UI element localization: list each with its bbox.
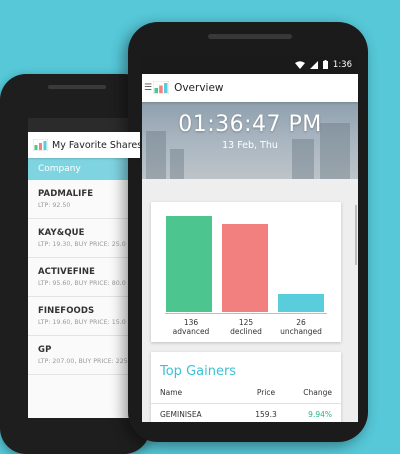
front-phone-screen: 1:36 ☰ Overview 01:36:47 PM 13 Feb, Thu: [142, 55, 358, 422]
share-detail: LTP: 207.00, BUY PRICE: 225.: [38, 358, 130, 365]
back-phone-screen: My Favorite Shares Company PADMALIFE LTP…: [28, 118, 140, 418]
share-detail: LTP: 19.30, BUY PRICE: 25.0: [38, 241, 126, 248]
share-name: GP: [38, 345, 52, 355]
bar-declined: [222, 224, 268, 312]
battery-icon: [322, 60, 328, 69]
clock-time: 01:36:47 PM: [178, 112, 322, 137]
share-name: FINEFOODS: [38, 306, 95, 316]
back-app-title: My Favorite Shares: [52, 139, 140, 151]
declined-label: declined: [230, 327, 262, 336]
top-gainers-title: Top Gainers: [160, 364, 237, 379]
share-detail: LTP: 92.50: [38, 202, 71, 209]
bar-unchanged: [278, 294, 324, 312]
market-summary-bars: [151, 202, 341, 312]
back-status-bar: [28, 118, 140, 132]
top-gainers-card: Top Gainers Name Price Change GEMINISEA …: [151, 352, 341, 422]
background-building: [146, 131, 166, 179]
column-header-change[interactable]: Change: [303, 388, 332, 397]
gainer-name: GEMINISEA: [160, 410, 202, 419]
chart-baseline: [165, 313, 327, 314]
advanced-bar-label: 136 advanced: [165, 318, 217, 336]
market-summary-card: 136 advanced 125 declined 26 unchanged: [151, 202, 341, 342]
declined-count: 125: [238, 318, 254, 327]
column-header-price[interactable]: Price: [246, 388, 286, 397]
status-time: 1:36: [332, 59, 352, 70]
scrollbar[interactable]: [355, 205, 357, 265]
back-phone-speaker: [48, 85, 106, 89]
share-name: KAY&QUE: [38, 228, 85, 238]
menu-icon[interactable]: ☰: [144, 83, 152, 93]
share-name: ACTIVEFINE: [38, 267, 96, 277]
share-detail: LTP: 19.60, BUY PRICE: 15.0: [38, 319, 126, 326]
bar-advanced: [166, 216, 212, 312]
share-list-item[interactable]: GP LTP: 207.00, BUY PRICE: 225.: [28, 336, 140, 375]
company-header-label: Company: [38, 164, 81, 174]
advanced-label: advanced: [172, 327, 210, 336]
clock-panel: 01:36:47 PM 13 Feb, Thu: [142, 102, 358, 179]
front-phone: 1:36 ☰ Overview 01:36:47 PM 13 Feb, Thu: [128, 22, 368, 442]
gainer-price: 159.3: [255, 410, 277, 419]
share-name: PADMALIFE: [38, 189, 94, 199]
app-bar: ☰ Overview: [142, 74, 358, 102]
app-logo-icon[interactable]: [32, 136, 49, 155]
page-title: Overview: [174, 82, 224, 94]
advanced-count: 136: [183, 318, 199, 327]
table-divider: [151, 403, 341, 404]
share-list-item[interactable]: KAY&QUE LTP: 19.30, BUY PRICE: 25.0: [28, 219, 140, 258]
gainer-change: 9.94%: [308, 410, 332, 419]
unchanged-bar-label: 26 unchanged: [275, 318, 327, 336]
share-list-item[interactable]: ACTIVEFINE LTP: 95.60, BUY PRICE: 80.0: [28, 258, 140, 297]
share-list-item[interactable]: PADMALIFE LTP: 92.50: [28, 180, 140, 219]
company-column-header[interactable]: Company: [28, 158, 140, 180]
status-bar: 1:36: [142, 55, 358, 74]
clock-date: 13 Feb, Thu: [222, 140, 278, 151]
background-building: [170, 149, 184, 179]
app-logo-icon[interactable]: [152, 79, 170, 98]
unchanged-label: unchanged: [280, 327, 322, 336]
wifi-icon: [294, 60, 305, 69]
front-phone-speaker: [208, 34, 292, 39]
signal-icon: [309, 60, 318, 69]
back-app-bar: My Favorite Shares: [28, 132, 140, 158]
share-list-item[interactable]: FINEFOODS LTP: 19.60, BUY PRICE: 15.0: [28, 297, 140, 336]
column-header-name[interactable]: Name: [160, 388, 182, 397]
declined-bar-label: 125 declined: [220, 318, 272, 336]
unchanged-count: 26: [296, 318, 306, 327]
share-detail: LTP: 95.60, BUY PRICE: 80.0: [38, 280, 126, 287]
